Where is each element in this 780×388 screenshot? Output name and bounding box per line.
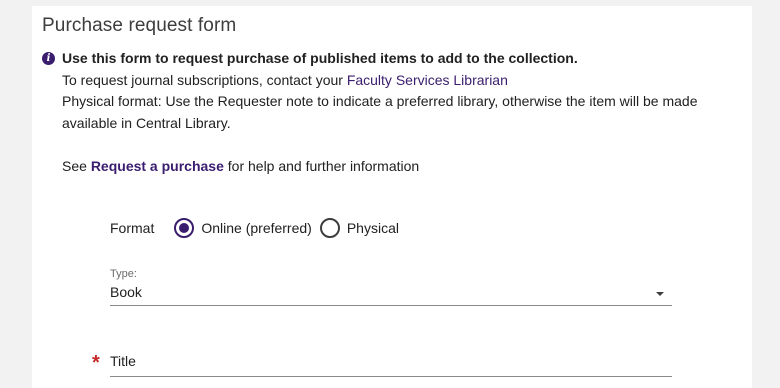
info-icon: i [42, 52, 55, 65]
type-value: Book [110, 284, 142, 300]
see-line: See Request a purchase for help and furt… [62, 156, 732, 178]
format-physical-radio[interactable]: Physical [319, 218, 399, 238]
title-input[interactable]: Title [110, 352, 672, 377]
purchase-request-card: Purchase request form i Use this form to… [32, 6, 752, 388]
info-block: i Use this form to request purchase of p… [42, 48, 732, 177]
required-star-icon: * [92, 352, 100, 374]
info-headline: Use this form to request purchase of pub… [62, 50, 578, 66]
radio-checked-icon [174, 218, 195, 238]
title-field: * Title [92, 352, 672, 377]
faculty-services-librarian-link[interactable]: Faculty Services Librarian [347, 72, 508, 88]
journal-line: To request journal subscriptions, contac… [62, 70, 732, 92]
journal-text: To request journal subscriptions, contac… [62, 71, 347, 88]
physical-format-note: Physical format: Use the Requester note … [62, 93, 698, 131]
format-radio-group: Format Online (preferred) Physical [110, 218, 407, 238]
format-physical-label: Physical [346, 220, 399, 236]
title-label: Title [110, 353, 136, 369]
caret-down-icon [656, 292, 664, 296]
form-title: Purchase request form [42, 15, 237, 36]
radio-unchecked-icon [319, 218, 340, 238]
format-label: Format [110, 220, 155, 236]
see-suffix: for help and further information [223, 157, 420, 174]
format-online-radio[interactable]: Online (preferred) [174, 218, 312, 238]
see-prefix: See [62, 157, 91, 174]
type-label: Type: [110, 268, 137, 280]
format-online-label: Online (preferred) [201, 220, 312, 236]
request-a-purchase-link[interactable]: Request a purchase [91, 158, 224, 174]
type-select[interactable]: Type: Book [110, 268, 672, 306]
